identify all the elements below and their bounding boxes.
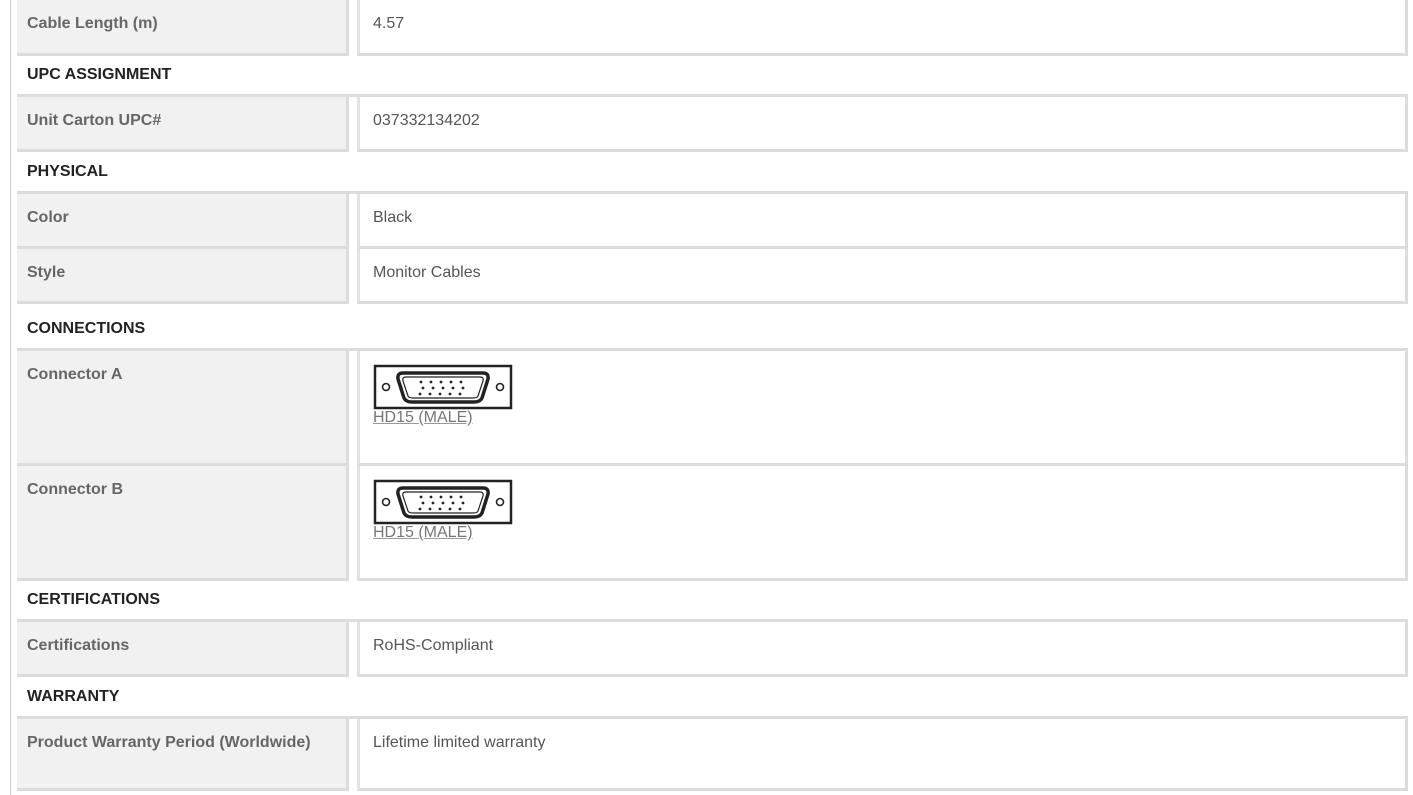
section-title: PHYSICAL xyxy=(27,163,108,180)
spec-row-warranty-period: Product Warranty Period (Worldwide) Life… xyxy=(17,719,1408,791)
section-header-connections: CONNECTIONS xyxy=(17,304,1408,351)
spec-row-style: Style Monitor Cables xyxy=(17,249,1408,304)
spec-row-connector-a: Connector A HD15 (MALE) xyxy=(17,351,1408,466)
spec-label: Connector A xyxy=(17,351,349,466)
connector-caption[interactable]: HD15 (MALE) xyxy=(373,410,513,426)
spec-row-unit-carton-upc: Unit Carton UPC# 037332134202 xyxy=(17,97,1408,152)
section-header-warranty: WARRANTY xyxy=(17,677,1408,719)
spec-label: Certifications xyxy=(17,622,349,677)
section-header-upc-assignment: UPC ASSIGNMENT xyxy=(17,56,1408,97)
spec-label: Style xyxy=(17,249,349,304)
spec-label: Cable Length (m) xyxy=(17,0,349,56)
spec-label: Connector B xyxy=(17,466,349,581)
connector-a-link[interactable]: HD15 (MALE) xyxy=(373,364,513,426)
section-title: CERTIFICATIONS xyxy=(27,591,161,608)
spec-table: Cable Length (m) 4.57 UPC ASSIGNMENT Uni… xyxy=(10,0,1408,795)
spec-row-color: Color Black xyxy=(17,194,1408,249)
vga-connector-icon xyxy=(373,479,513,525)
section-header-certifications: CERTIFICATIONS xyxy=(17,581,1408,622)
spec-row-cable-length: Cable Length (m) 4.57 xyxy=(17,0,1408,56)
spec-row-certifications: Certifications RoHS-Compliant xyxy=(17,622,1408,677)
spec-value: 037332134202 xyxy=(357,97,1408,152)
connector-b-link[interactable]: HD15 (MALE) xyxy=(373,479,513,541)
connector-caption[interactable]: HD15 (MALE) xyxy=(373,525,513,541)
section-title: CONNECTIONS xyxy=(27,320,146,337)
spec-value: RoHS-Compliant xyxy=(357,622,1408,677)
vga-connector-icon xyxy=(373,364,513,410)
spec-label: Color xyxy=(17,194,349,249)
spec-value-connector: HD15 (MALE) xyxy=(357,351,1408,466)
spec-label: Unit Carton UPC# xyxy=(17,97,349,152)
spec-row-connector-b: Connector B HD15 (MALE) xyxy=(17,466,1408,581)
spec-value-connector: HD15 (MALE) xyxy=(357,466,1408,581)
spec-label: Product Warranty Period (Worldwide) xyxy=(17,719,349,791)
spec-value: Monitor Cables xyxy=(357,249,1408,304)
section-title: WARRANTY xyxy=(27,688,120,705)
spec-value: Black xyxy=(357,194,1408,249)
spec-value: Lifetime limited warranty xyxy=(357,719,1408,791)
section-header-physical: PHYSICAL xyxy=(17,152,1408,194)
section-title: UPC ASSIGNMENT xyxy=(27,66,172,83)
spec-value: 4.57 xyxy=(357,0,1408,56)
